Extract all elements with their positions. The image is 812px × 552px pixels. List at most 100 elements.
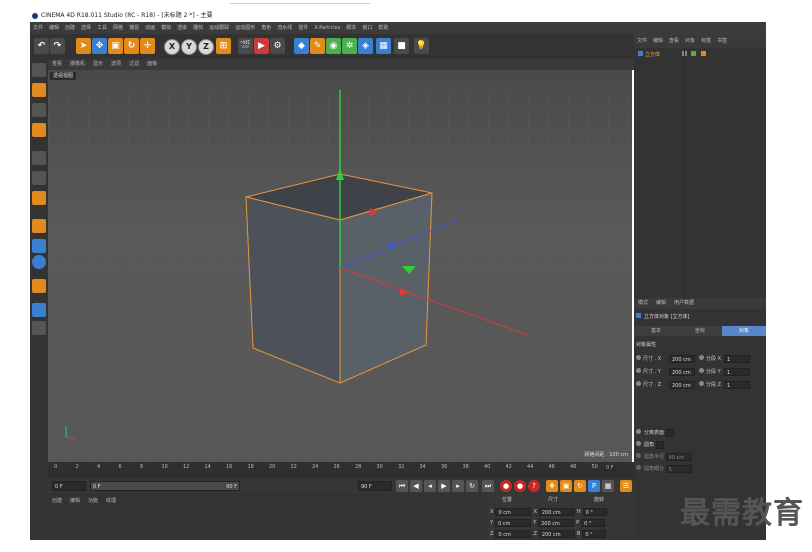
object-manager-menu-item-4[interactable]: 标签 xyxy=(701,38,711,44)
radio-icon[interactable] xyxy=(699,355,704,360)
size-field[interactable]: 200 cm xyxy=(538,529,575,538)
scale-icon[interactable]: ▣ xyxy=(108,38,123,54)
prev-frame-icon[interactable]: ◂ xyxy=(424,480,436,492)
segments-field[interactable]: 1 xyxy=(724,367,750,376)
goto-end-icon[interactable]: ⏭ xyxy=(482,480,494,492)
menu-item-3[interactable]: 选择 xyxy=(81,25,91,31)
menu-item-18[interactable]: 窗口 xyxy=(362,25,372,31)
menu-item-8[interactable]: 模拟 xyxy=(161,25,171,31)
rotation-field[interactable]: 0 ° xyxy=(582,507,607,516)
viewport-menu-item-0[interactable]: 查看 xyxy=(52,61,62,67)
select-arrow-icon[interactable]: ➤ xyxy=(76,38,91,54)
render-settings-icon[interactable]: ⚙ xyxy=(270,38,285,54)
prev-key-icon[interactable]: ◀ xyxy=(410,480,422,492)
object-manager-menu-item-5[interactable]: 书签 xyxy=(717,38,727,44)
menu-item-17[interactable]: 脚本 xyxy=(346,25,356,31)
rotation-field[interactable]: 0 ° xyxy=(581,518,606,527)
tab-2[interactable]: 对象 xyxy=(722,326,766,336)
size-field[interactable]: 200 cm xyxy=(538,507,575,516)
size-field[interactable]: 200 cm xyxy=(669,380,695,389)
timeline-ruler[interactable]: 0 F 0 2 4 6 8 10 12 14 16 18 20 22 24 26 28 30 32 34 36 38 4… xyxy=(48,462,634,479)
viewport-menu-item-5[interactable]: 面板 xyxy=(147,61,157,67)
object-row-cube[interactable]: 立方体 xyxy=(634,50,766,60)
viewport-menu-item-3[interactable]: 选项 xyxy=(111,61,121,67)
object-manager-menu-item-2[interactable]: 查看 xyxy=(669,38,679,44)
loop-icon[interactable]: ↻ xyxy=(466,480,478,492)
menu-item-6[interactable]: 捕捉 xyxy=(129,25,139,31)
menu-item-10[interactable]: 雕刻 xyxy=(193,25,203,31)
rotation-field[interactable]: 0 ° xyxy=(582,529,607,538)
floor-icon[interactable]: ▦ xyxy=(376,38,391,54)
position-field[interactable]: 0 cm xyxy=(495,507,532,516)
menu-item-4[interactable]: 工具 xyxy=(97,25,107,31)
polygons-mode-icon[interactable] xyxy=(32,191,46,205)
object-manager-menu-item-0[interactable]: 文件 xyxy=(637,38,647,44)
position-field[interactable]: 0 cm xyxy=(495,518,532,527)
key-position-icon[interactable]: ✥ xyxy=(546,480,558,492)
object-manager-menu-item-1[interactable]: 编辑 xyxy=(653,38,663,44)
play-icon[interactable]: ▶ xyxy=(438,480,450,492)
radio-icon[interactable] xyxy=(636,355,641,360)
last-tool-icon[interactable]: ✛ xyxy=(140,38,155,54)
menu-item-13[interactable]: 角色 xyxy=(261,25,271,31)
snap-icon[interactable] xyxy=(32,255,46,269)
cube-icon[interactable]: ◆ xyxy=(294,38,309,54)
autokey-icon[interactable]: ● xyxy=(514,480,526,492)
menu-item-7[interactable]: 动画 xyxy=(145,25,155,31)
z-axis-icon[interactable]: Z xyxy=(198,39,214,55)
model-mode-icon[interactable] xyxy=(32,83,46,97)
deformer-icon[interactable]: ◈ xyxy=(358,38,373,54)
viewport-menu-item-1[interactable]: 摄像机 xyxy=(70,61,85,67)
key-scale-icon[interactable]: ▣ xyxy=(560,480,572,492)
menu-item-14[interactable]: 流水线 xyxy=(277,25,292,31)
start-frame-field[interactable]: 0 F xyxy=(52,481,86,491)
max-frame-field[interactable]: 90 F xyxy=(358,481,392,491)
camera-icon[interactable]: ■ xyxy=(394,38,409,54)
redo-icon[interactable]: ↷ xyxy=(50,38,65,54)
materials-menu-item-0[interactable]: 创建 xyxy=(52,498,62,504)
coordinate-system-icon[interactable]: ⊞ xyxy=(216,38,231,54)
menu-item-2[interactable]: 创建 xyxy=(65,25,75,31)
cube-object[interactable] xyxy=(245,173,433,384)
render-view-icon[interactable]: ▶ xyxy=(254,38,269,54)
next-frame-icon[interactable]: ▸ xyxy=(452,480,464,492)
menu-item-19[interactable]: 帮助 xyxy=(378,25,388,31)
menu-item-9[interactable]: 渲染 xyxy=(177,25,187,31)
menu-item-0[interactable]: 文件 xyxy=(33,25,43,31)
position-field[interactable]: 0 cm xyxy=(495,529,532,538)
object-manager-menu-item-3[interactable]: 对象 xyxy=(685,38,695,44)
quantize-icon[interactable] xyxy=(32,279,46,293)
edges-mode-icon[interactable] xyxy=(32,171,46,185)
frame-range-slider[interactable]: 0 F 90 F xyxy=(90,481,240,491)
radio-icon[interactable] xyxy=(699,368,704,373)
separate-surfaces-row[interactable]: 分离表面 xyxy=(636,428,674,438)
undo-icon[interactable]: ↶ xyxy=(34,38,49,54)
attributes-menu-item-1[interactable]: 编辑 xyxy=(656,300,666,306)
materials-menu-item-3[interactable]: 纹理 xyxy=(106,498,116,504)
timeline-menu-icon[interactable]: ☰ xyxy=(620,480,632,492)
fillet-row[interactable]: 圆角 xyxy=(636,440,664,450)
enabled-check-icon[interactable] xyxy=(691,51,697,56)
y-axis-icon[interactable]: Y xyxy=(181,39,197,55)
viewport-menu-item-2[interactable]: 显示 xyxy=(93,61,103,67)
planar-workplane-icon[interactable] xyxy=(32,321,46,335)
tab-0[interactable]: 基本 xyxy=(634,326,678,336)
menu-item-11[interactable]: 运动跟踪 xyxy=(209,25,229,31)
x-axis-icon[interactable]: X xyxy=(164,39,180,55)
materials-menu-item-2[interactable]: 功能 xyxy=(88,498,98,504)
points-mode-icon[interactable] xyxy=(32,151,46,165)
key-rotation-icon[interactable]: ↻ xyxy=(574,480,586,492)
subdivision-icon[interactable]: ◉ xyxy=(326,38,341,54)
perspective-viewport[interactable]: 透视视图 网格间距 : 100 cm xyxy=(48,70,632,462)
attributes-menu-item-0[interactable]: 模式 xyxy=(638,300,648,306)
move-icon[interactable]: ✥ xyxy=(92,38,107,54)
radio-icon[interactable] xyxy=(636,368,641,373)
make-editable-icon[interactable] xyxy=(32,63,46,77)
render-region-icon[interactable]: 🎬 xyxy=(238,38,253,54)
size-field[interactable]: 200 cm xyxy=(538,518,575,527)
viewport-menu-item-4[interactable]: 过滤 xyxy=(129,61,139,67)
tag-icon[interactable] xyxy=(700,51,706,56)
menu-item-12[interactable]: 运动图形 xyxy=(235,25,255,31)
record-icon[interactable]: ● xyxy=(500,480,512,492)
tab-1[interactable]: 坐标 xyxy=(678,326,722,336)
